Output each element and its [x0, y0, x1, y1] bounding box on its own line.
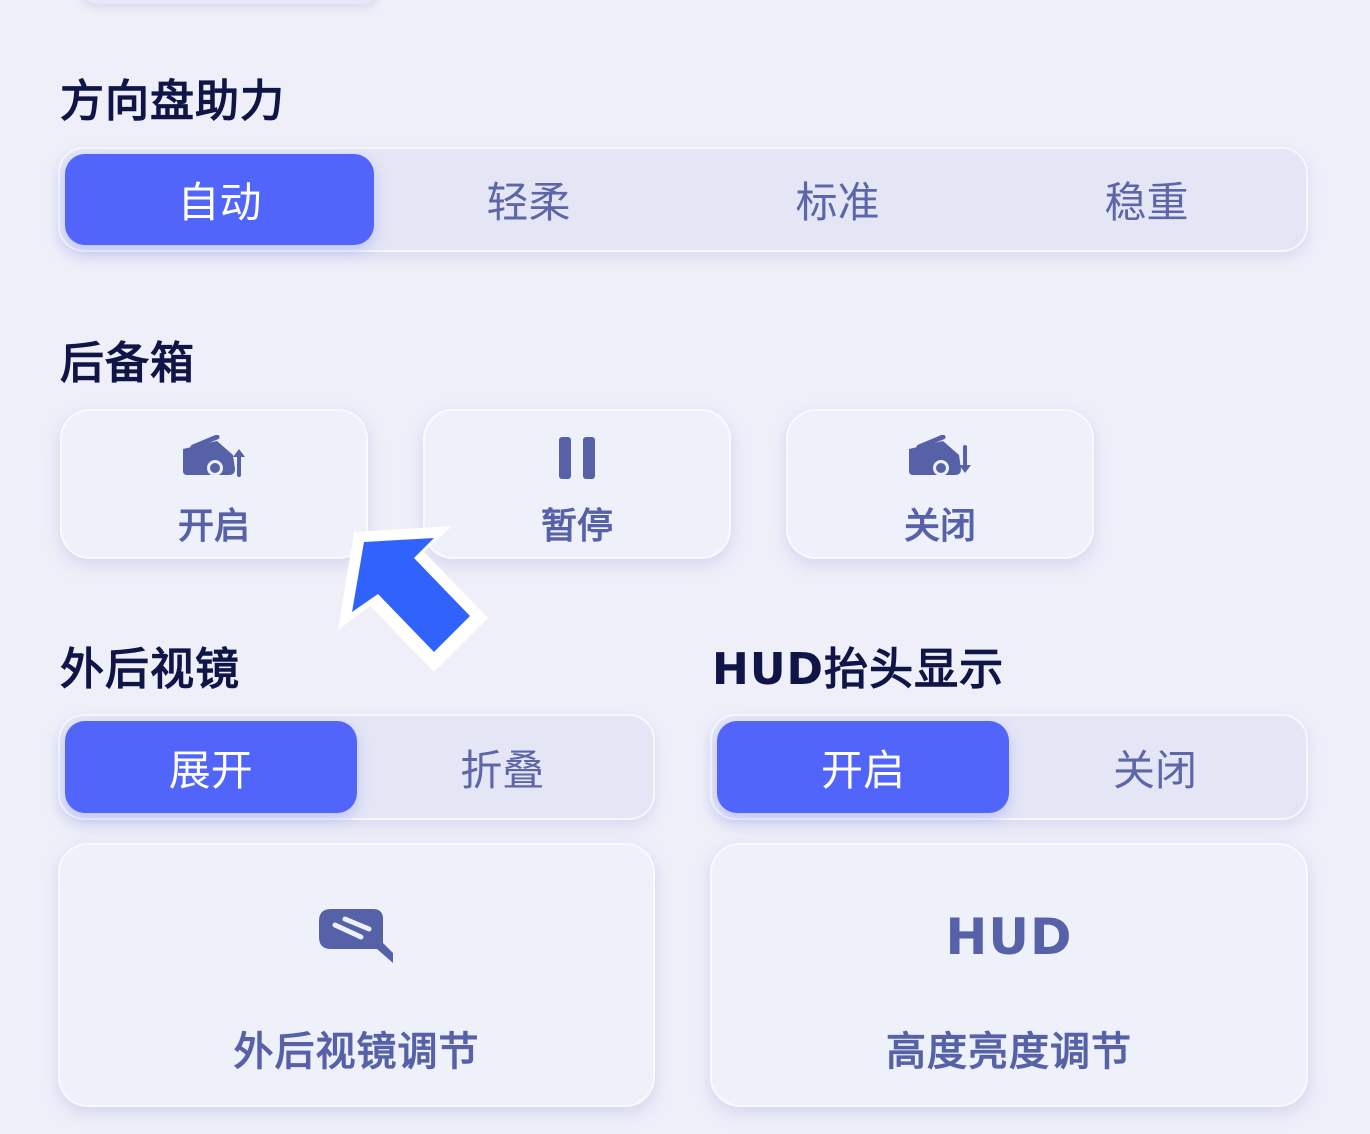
hud-title: HUD抬头显示 — [712, 644, 1005, 695]
steering-option-soft[interactable]: 轻柔 — [374, 154, 683, 245]
mirror-title: 外后视镜 — [60, 644, 240, 695]
pause-icon — [557, 433, 597, 483]
hud-option-off[interactable]: 关闭 — [1009, 721, 1301, 813]
steering-option-auto[interactable]: 自动 — [65, 154, 374, 245]
steering-option-standard[interactable]: 标准 — [683, 154, 992, 245]
trunk-close-label: 关闭 — [903, 506, 976, 547]
mirror-option-fold[interactable]: 折叠 — [357, 721, 649, 813]
trunk-close-icon — [907, 433, 973, 483]
side-mirror-icon — [317, 907, 397, 967]
mirror-segmented-control: 展开 折叠 — [58, 714, 655, 820]
hud-segmented-control: 开启 关闭 — [710, 714, 1308, 820]
mirror-adjust-button[interactable]: 外后视镜调节 — [58, 843, 655, 1107]
steering-assist-title: 方向盘助力 — [60, 76, 285, 127]
hud-adjust-button[interactable]: HUD 高度亮度调节 — [710, 843, 1308, 1107]
trunk-open-icon — [181, 433, 247, 483]
top-card-edge — [80, 0, 380, 4]
trunk-open-label: 开启 — [177, 506, 250, 547]
steering-option-heavy[interactable]: 稳重 — [992, 154, 1301, 245]
hud-option-on[interactable]: 开启 — [717, 721, 1009, 813]
hud-icon-text: HUD — [945, 908, 1073, 966]
trunk-close-button[interactable]: 关闭 — [786, 409, 1094, 559]
trunk-open-button[interactable]: 开启 — [60, 409, 368, 559]
trunk-pause-label: 暂停 — [540, 506, 613, 547]
mirror-adjust-label: 外后视镜调节 — [233, 1029, 480, 1075]
steering-assist-segmented-control: 自动 轻柔 标准 稳重 — [58, 147, 1308, 252]
hud-icon: HUD — [946, 907, 1073, 967]
mirror-option-unfold[interactable]: 展开 — [65, 721, 357, 813]
hud-adjust-label: 高度亮度调节 — [886, 1029, 1132, 1075]
trunk-title: 后备箱 — [60, 338, 195, 389]
cursor-arrow-icon — [338, 526, 488, 672]
